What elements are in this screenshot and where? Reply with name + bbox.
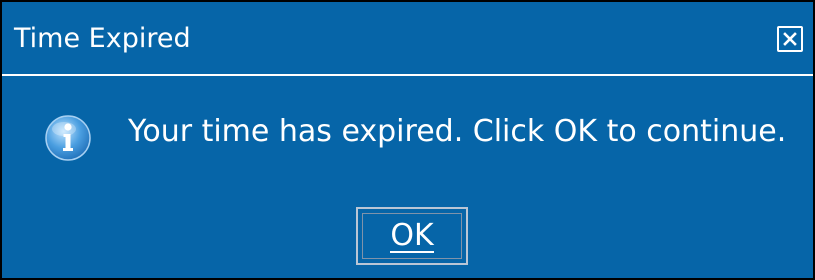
dialog-message: Your time has expired. Click OK to conti… [128,114,787,149]
close-button[interactable] [777,26,803,52]
close-icon [783,32,797,46]
info-icon [44,114,92,162]
dialog-titlebar: Time Expired [2,2,813,74]
title-divider [2,74,813,76]
ok-button-label: OK [390,218,434,253]
time-expired-dialog: Time Expired Your time has expired. Clic… [0,0,815,280]
dialog-title: Time Expired [14,23,191,54]
ok-button[interactable]: OK [356,207,468,265]
ok-button-focus-ring: OK [362,213,462,259]
